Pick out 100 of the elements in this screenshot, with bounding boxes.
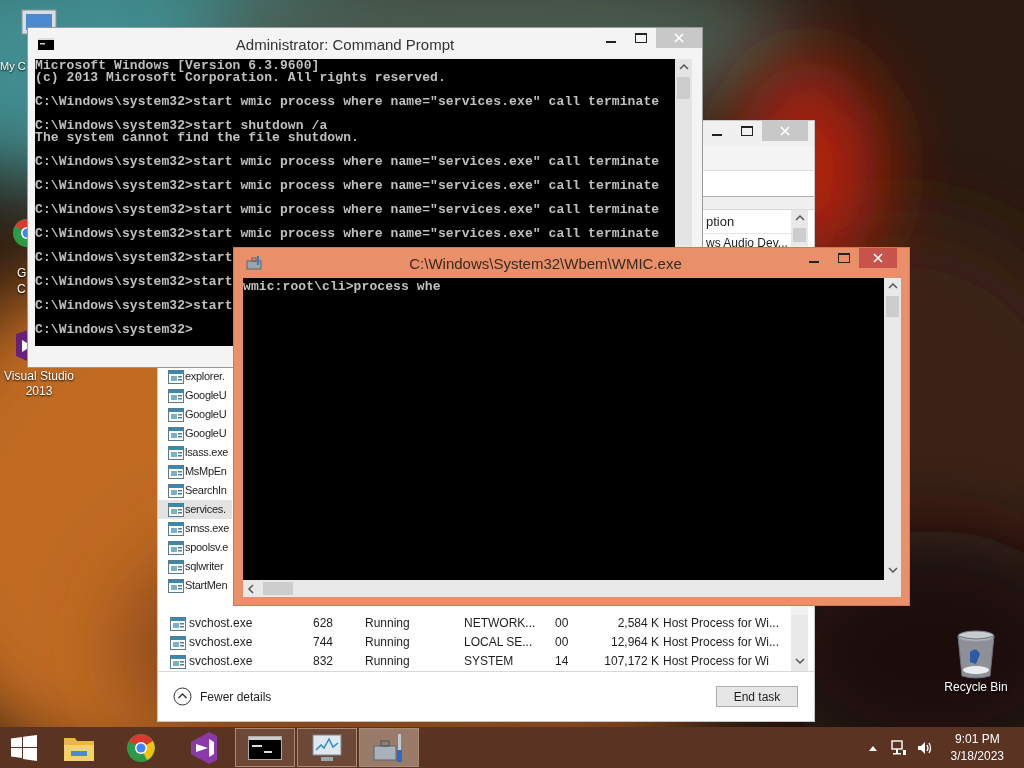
clock-date: 3/18/2023 <box>950 747 1004 765</box>
console-line: wmic:root\cli>process whe <box>243 281 441 293</box>
program-window-icon <box>168 368 184 385</box>
program-window-icon <box>168 558 184 575</box>
table-cell-text: Running <box>365 634 411 651</box>
close-button[interactable] <box>859 248 897 268</box>
maximize-icon <box>838 253 850 263</box>
table-cell-text: lsass.exe <box>185 445 229 460</box>
table-cell-text: NETWORK... <box>464 615 537 632</box>
icon-label: C <box>17 281 27 297</box>
table-cell-text: GoogleU <box>185 388 227 403</box>
table-cell-text: 628 <box>313 615 335 632</box>
scroll-down-icon <box>794 657 805 667</box>
table-cell-text: Running <box>365 615 411 632</box>
fewer-details-button[interactable]: Fewer details <box>173 687 272 706</box>
console-line: C:\Windows\system32>start shutdown /a <box>35 120 328 132</box>
console-line: Microsoft Windows [Version 6.3.9600] <box>35 60 320 72</box>
table-cell-text: GoogleU <box>185 426 227 441</box>
program-window-icon <box>168 482 184 499</box>
end-task-button[interactable]: End task <box>716 686 798 707</box>
program-window-icon <box>168 577 184 594</box>
browser-icon <box>126 732 156 763</box>
table-cell-text: MsMpEn <box>185 464 227 479</box>
table-cell-text: Host Process for Wi... <box>662 634 780 651</box>
console-line: C:\Windows\system32>start wmic process where name="services.exe" call terminate <box>35 156 660 168</box>
maximize-icon <box>741 126 753 136</box>
table-cell-text: Host Process for Wi... <box>662 615 780 632</box>
console-line: C:\Windows\system32>start wmic process where name="services.exe" call terminate <box>35 228 660 240</box>
column-header[interactable]: ption <box>706 211 735 232</box>
table-cell-text: explorer. <box>185 369 225 384</box>
scroll-left-icon <box>247 583 257 594</box>
network-icon[interactable] <box>890 739 907 756</box>
table-cell-text: ws Audio Dev... <box>706 235 788 252</box>
console-line: C:\Windows\system32>start wmic process where name="services.exe" call terminate <box>35 96 660 108</box>
close-icon <box>674 33 684 43</box>
program-window-icon <box>168 501 184 518</box>
table-cell-text: 00 <box>555 634 570 651</box>
table-cell-text: 12,964 K <box>609 634 659 651</box>
clock[interactable]: 9:01 PM 3/18/2023 <box>946 730 1024 765</box>
console-line: C:\Windows\system32>start <box>35 252 233 264</box>
table-cell-text: 14 <box>555 653 570 670</box>
table-cell-text: 107,172 K <box>603 653 659 670</box>
scrollbar-thumb[interactable] <box>886 296 899 317</box>
table-cell-text: svchost.exe <box>188 653 254 670</box>
minimize-icon <box>606 40 616 43</box>
monitor-chart-icon <box>311 732 343 763</box>
program-window-icon <box>168 406 184 423</box>
windows-logo-icon <box>11 734 37 761</box>
trash-bin-icon <box>956 630 996 680</box>
maximize-icon <box>635 33 647 43</box>
table-cell-text: spoolsv.e <box>185 540 228 555</box>
taskbar-button[interactable] <box>235 728 295 767</box>
clock-time: 9:01 PM <box>954 730 1000 748</box>
program-window-icon <box>168 520 184 537</box>
table-cell-text: 744 <box>313 634 335 651</box>
console-line: The system cannot find the file shutdown. <box>35 132 359 144</box>
console-line: C:\Windows\system32>start wmic process where name="services.exe" call terminate <box>35 180 660 192</box>
console-line: C:\Windows\system32>start wmic process where name="services.exe" call terminate <box>35 204 660 216</box>
close-icon <box>873 253 883 263</box>
chevron-up-circle-icon <box>173 687 192 706</box>
table-cell-text: 2,584 K <box>616 615 659 632</box>
console-line: (c) 2013 Microsoft Corporation. All rights reserved. <box>35 72 446 84</box>
chevron-up-icon[interactable] <box>868 744 877 751</box>
minimize-icon <box>809 260 819 263</box>
scrollbar-thumb[interactable] <box>793 228 806 242</box>
program-window-icon <box>168 463 184 480</box>
console-icon <box>248 735 282 760</box>
table-cell-text: LOCAL SE... <box>464 634 534 651</box>
console-icon <box>38 38 54 50</box>
table-cell-text: Host Process for Wi <box>662 653 770 670</box>
process-row[interactable]: services. <box>158 500 232 519</box>
icon-label: My C <box>0 59 26 74</box>
table-cell-text: 832 <box>313 653 335 670</box>
table-cell-text: GoogleU <box>185 407 227 422</box>
icon-label: Recycle Bin <box>944 680 1008 695</box>
table-cell-text: StartMen <box>185 578 228 593</box>
program-window-icon <box>170 634 186 651</box>
table-cell-text: SYSTEM <box>464 653 515 670</box>
toolbox-icon <box>246 256 262 270</box>
window-title: Administrator: Command Prompt <box>234 35 456 55</box>
window-title: C:\Windows\System32\Wbem\WMIC.exe <box>408 254 683 274</box>
minimize-icon <box>712 133 722 136</box>
console-line: C:\Windows\system32> <box>35 324 194 336</box>
program-window-icon <box>170 653 186 670</box>
program-window-icon <box>170 615 186 632</box>
program-window-icon <box>168 539 184 556</box>
taskbar-button[interactable] <box>297 728 357 767</box>
table-cell-text: Running <box>365 653 411 670</box>
program-window-icon <box>168 425 184 442</box>
icon-label: 2013 <box>25 384 53 399</box>
scrollbar-thumb[interactable] <box>263 582 293 595</box>
table-cell-text: sqlwriter <box>185 559 224 574</box>
program-window-icon <box>168 444 184 461</box>
table-cell-text: services. <box>185 502 226 517</box>
console-line: C:\Windows\system32>start <box>35 300 233 312</box>
console-line: C:\Windows\system32>start <box>35 276 233 288</box>
table-cell-text: svchost.exe <box>188 634 254 651</box>
icon-label: G <box>17 265 27 281</box>
table-cell-text: smss.exe <box>185 521 230 536</box>
table-cell-text: svchost.exe <box>188 615 254 632</box>
